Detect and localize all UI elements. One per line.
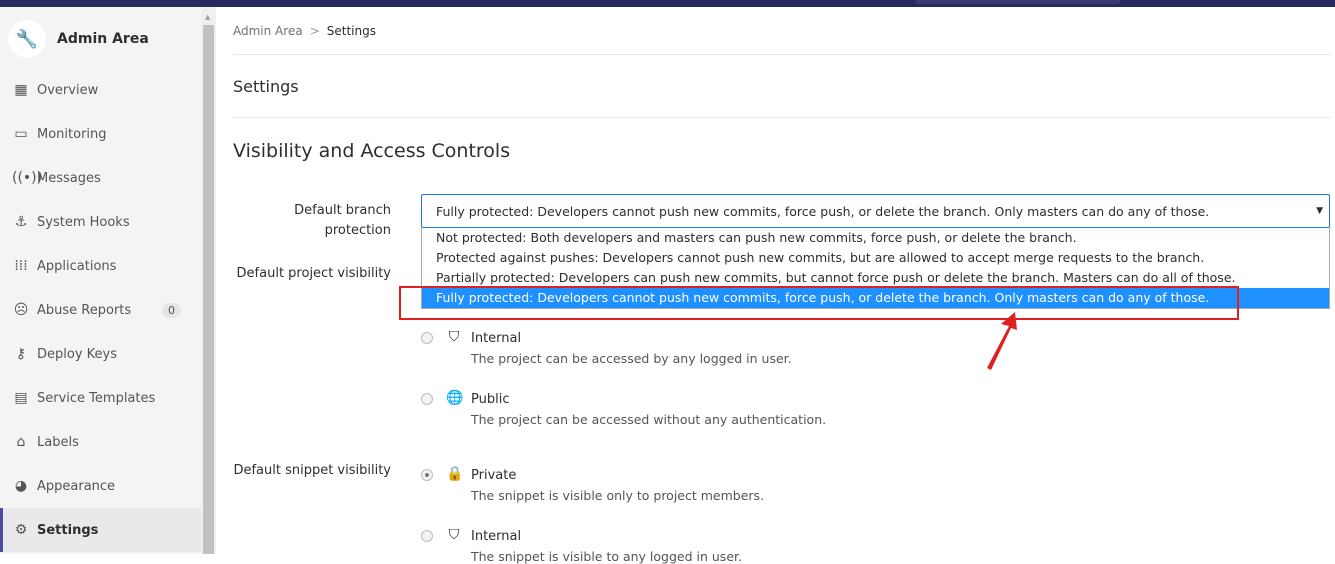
sidebar-item-label: Overview — [37, 82, 99, 98]
breadcrumb-current: Settings — [326, 23, 376, 38]
top-navbar — [0, 0, 1335, 7]
template-icon: ▤ — [14, 390, 28, 406]
sidebar-item-messages[interactable]: ((•)) Messages — [0, 156, 201, 200]
option-description: The project can be accessed without any … — [471, 412, 827, 427]
option-name: Public — [471, 392, 510, 407]
key-icon: ⚷ — [15, 346, 27, 362]
gear-icon: ⚙ — [14, 522, 28, 538]
option-description: The project can be accessed by any logge… — [471, 351, 792, 366]
count-badge: 0 — [162, 302, 181, 318]
lock-icon: 🔒 — [446, 466, 464, 482]
monitor-icon: ▭ — [14, 126, 28, 142]
radio-button[interactable] — [421, 332, 433, 344]
sidebar-item-label: System Hooks — [37, 214, 130, 230]
option-name: Internal — [471, 331, 522, 346]
main-content: Admin Area > Settings Settings — [233, 7, 1330, 118]
sidebar-item-service-templates[interactable]: ▤ Service Templates — [0, 376, 201, 420]
sidebar-item-label: Labels — [37, 434, 79, 450]
palette-icon: ◕ — [14, 478, 28, 494]
sidebar-item-label: Monitoring — [37, 126, 107, 142]
grid-icon: ▦ — [14, 82, 28, 98]
breadcrumb: Admin Area > Settings — [233, 7, 1330, 55]
globe-icon: 🌐 — [446, 390, 464, 406]
project-visibility-label: Default project visibility — [236, 266, 391, 281]
sidebar-scrollbar[interactable]: ▲ — [201, 7, 216, 554]
dropdown-option[interactable]: Partially protected: Developers can push… — [422, 268, 1329, 288]
radio-button[interactable] — [421, 393, 433, 405]
sidebar-header[interactable]: 🔧 Admin Area — [8, 20, 149, 58]
sidebar-item-settings[interactable]: ⚙ Settings — [0, 508, 201, 552]
branch-protection-label: Default branch protection — [294, 203, 391, 238]
sidebar-item-labels[interactable]: ⌂ Labels — [0, 420, 201, 464]
sidebar-item-label: Service Templates — [37, 390, 156, 406]
branch-protection-select[interactable]: Fully protected: Developers cannot push … — [421, 194, 1330, 228]
anchor-icon: ⚓ — [14, 214, 28, 230]
face-icon: ☹ — [13, 302, 29, 318]
sidebar-item-appearance[interactable]: ◕ Appearance — [0, 464, 201, 508]
selected-value: Fully protected: Developers cannot push … — [436, 203, 1210, 219]
shield-icon: ⛉ — [448, 329, 460, 345]
apps-icon: ⁞⁞⁞ — [14, 258, 28, 274]
broadcast-icon: ((•)) — [12, 170, 43, 186]
sidebar-item-label: Deploy Keys — [37, 346, 117, 362]
sidebar-item-label: Abuse Reports — [37, 302, 132, 318]
option-description: The snippet is visible to any logged in … — [471, 549, 742, 564]
dropdown-option[interactable]: Not protected: Both developers and maste… — [422, 228, 1329, 248]
annotation-highlight-box — [399, 286, 1239, 320]
breadcrumb-admin-area[interactable]: Admin Area — [233, 24, 303, 38]
divider — [233, 117, 1330, 118]
wrench-icon: 🔧 — [8, 20, 46, 58]
snippet-visibility-label: Default snippet visibility — [233, 463, 391, 478]
sidebar-item-system-hooks[interactable]: ⚓ System Hooks — [0, 200, 201, 244]
label-icon: ⌂ — [16, 434, 26, 450]
option-description: The snippet is visible only to project m… — [471, 488, 765, 503]
sidebar-item-applications[interactable]: ⁞⁞⁞ Applications — [0, 244, 201, 288]
sidebar: 🔧 Admin Area ▦ Overview ▭ Monitoring ((•))… — [0, 7, 201, 554]
sidebar-item-deploy-keys[interactable]: ⚷ Deploy Keys — [0, 332, 201, 376]
dropdown-option[interactable]: Protected against pushes: Developers can… — [422, 248, 1329, 268]
annotation-arrow — [987, 312, 1017, 370]
shield-icon: ⛉ — [448, 527, 460, 543]
sidebar-item-label: Settings — [37, 522, 99, 538]
radio-button[interactable] — [421, 469, 433, 481]
dropdown-arrow-icon[interactable]: ▼ — [1316, 206, 1323, 216]
page-title: Settings — [233, 55, 1330, 118]
search-box[interactable] — [915, 0, 1120, 4]
option-name: Private — [471, 468, 517, 483]
scroll-up-icon[interactable]: ▲ — [205, 13, 210, 21]
sidebar-item-label: Applications — [37, 258, 117, 274]
section-title: Visibility and Access Controls — [233, 140, 511, 162]
option-name: Internal — [471, 529, 522, 544]
scrollbar-thumb[interactable] — [203, 25, 214, 554]
sidebar-item-label: Appearance — [37, 478, 116, 494]
chevron-right-icon: > — [309, 23, 320, 38]
sidebar-item-overview[interactable]: ▦ Overview — [0, 68, 201, 112]
sidebar-item-monitoring[interactable]: ▭ Monitoring — [0, 112, 201, 156]
sidebar-title: Admin Area — [57, 31, 149, 47]
sidebar-item-abuse-reports[interactable]: ☹ Abuse Reports 0 — [0, 288, 201, 332]
radio-button[interactable] — [421, 530, 433, 542]
sidebar-item-label: Messages — [37, 170, 101, 186]
